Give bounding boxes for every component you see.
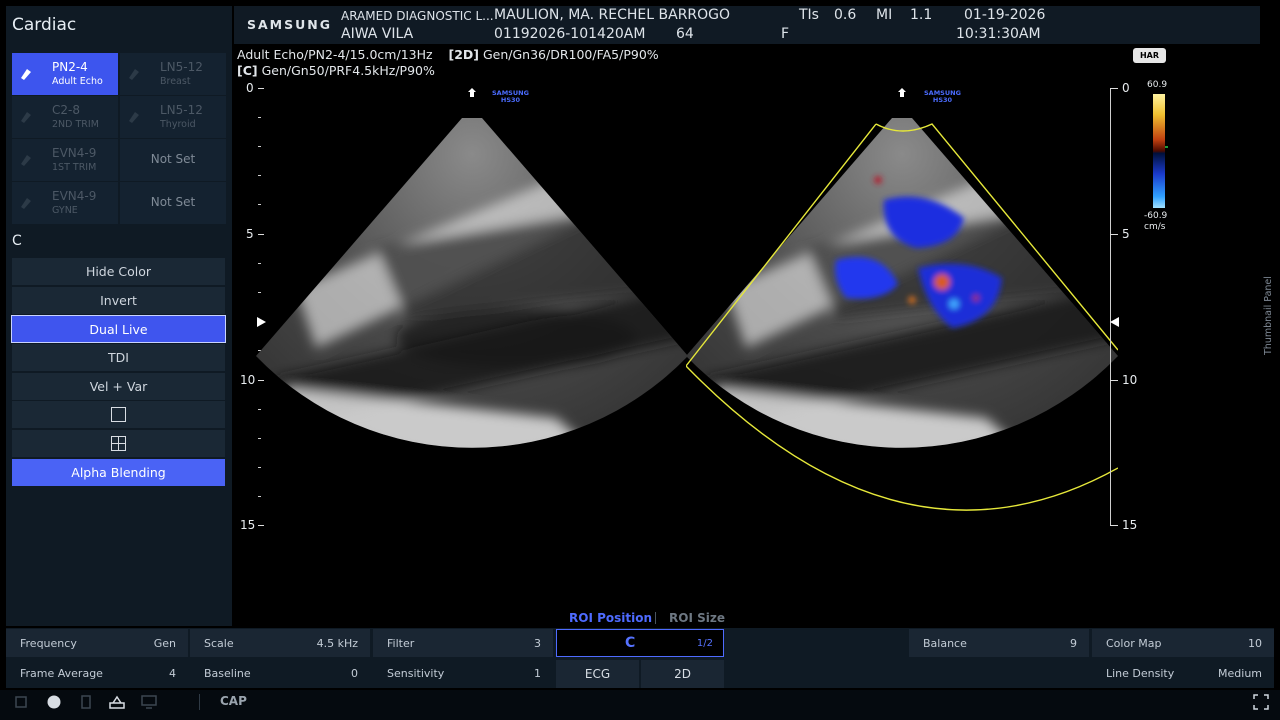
depth-label-5: 5	[246, 227, 254, 241]
device-label-right: SAMSUNG HS30	[924, 89, 961, 104]
depth-label-0-right: 0	[1122, 81, 1130, 95]
hide-color-button[interactable]: Hide Color	[12, 258, 225, 285]
color-map-control[interactable]: Color Map 10	[1092, 629, 1274, 657]
depth-label-5-right: 5	[1122, 227, 1130, 241]
depth-label-10-right: 10	[1122, 373, 1138, 387]
depth-label-15: 15	[240, 518, 256, 532]
vel-var-button[interactable]: Vel + Var	[12, 373, 225, 400]
color-bar-min: -60.9	[1144, 211, 1168, 221]
capture-icon[interactable]	[46, 694, 62, 710]
probe-c2-8[interactable]: C2-8 2ND TRIM	[12, 96, 118, 138]
frequency-control[interactable]: Frequency Gen	[6, 629, 188, 657]
probe-icon	[21, 155, 31, 166]
depth-label-10: 10	[240, 373, 256, 387]
probe-preset: 2ND TRIM	[52, 119, 99, 130]
probe-pn2-4[interactable]: PN2-4 Adult Echo	[12, 53, 118, 95]
color-bar-max: 60.9	[1147, 80, 1168, 90]
mi-value: 1.1	[910, 7, 933, 23]
filter-control[interactable]: Filter 3	[373, 629, 553, 657]
tdi-button[interactable]: TDI	[12, 344, 225, 371]
probe-icon	[129, 69, 139, 80]
probe-icon	[21, 112, 31, 123]
grid-icon	[111, 436, 126, 451]
fullscreen-icon[interactable]	[1253, 694, 1269, 710]
tis-value: 0.6	[834, 7, 857, 23]
probe-name: EVN4-9	[52, 146, 97, 160]
app-title: Cardiac	[12, 15, 77, 35]
patient-sex: F	[781, 26, 790, 42]
balance-control[interactable]: Balance 9	[909, 629, 1089, 657]
scale-control[interactable]: Scale 4.5 kHz	[190, 629, 370, 657]
probe-preset: Adult Echo	[52, 76, 103, 87]
quad-layout-button[interactable]	[12, 430, 225, 457]
invert-button[interactable]: Invert	[12, 287, 225, 314]
probe-evn4-9-1st-trim[interactable]: EVN4-9 1ST TRIM	[12, 139, 118, 181]
record-icon[interactable]	[14, 694, 30, 710]
dual-live-button[interactable]: Dual Live	[11, 315, 226, 343]
study-id: 01192026-101420AM	[494, 26, 646, 42]
line-density-control[interactable]: Line Density Medium	[1092, 659, 1274, 687]
brand-logo: SAMSUNG	[247, 17, 332, 32]
probe-ln5-12-breast[interactable]: LN5-12 Breast	[120, 53, 226, 95]
tis-label: TIs	[799, 7, 819, 23]
2d-button[interactable]: 2D	[641, 660, 724, 688]
color-bar	[1153, 94, 1165, 208]
bottom-bar	[0, 690, 1280, 720]
probe-name: LN5-12	[160, 103, 203, 117]
probe-ln5-12-thyroid[interactable]: LN5-12 Thyroid	[120, 96, 226, 138]
image-info-line2: [C] Gen/Gn50/PRF4.5kHz/P90%	[237, 63, 435, 78]
probe-icon	[21, 198, 31, 209]
probe-not-set-1[interactable]: Not Set	[120, 139, 226, 181]
institution: ARAMED DIAGNOSTIC L...	[341, 9, 494, 23]
probe-not-set-label: Not Set	[150, 152, 196, 166]
probe-preset: GYNE	[52, 205, 78, 216]
probe-name: PN2-4	[52, 60, 88, 74]
mode-indicator-label: C	[625, 635, 636, 651]
exam-time: 10:31:30AM	[956, 26, 1041, 42]
probe-evn4-9-gyne[interactable]: EVN4-9 GYNE	[12, 182, 118, 224]
cap-label: CAP	[220, 694, 247, 708]
square-icon	[111, 407, 126, 422]
ecg-button[interactable]: ECG	[556, 660, 639, 688]
frame-average-control[interactable]: Frame Average 4	[6, 659, 188, 687]
device-label-left: SAMSUNG HS30	[492, 89, 529, 104]
operator: AIWA VILA	[341, 26, 414, 42]
depth-label-0: 0	[246, 81, 254, 95]
monitor-icon[interactable]	[140, 694, 158, 710]
mode-page-number: 1/2	[696, 638, 713, 649]
probe-name: EVN4-9	[52, 189, 97, 203]
mi-label: MI	[876, 7, 893, 23]
focus-marker-right[interactable]	[1110, 316, 1120, 328]
baseline-control[interactable]: Baseline 0	[190, 659, 370, 687]
probe-preset: 1ST TRIM	[52, 162, 97, 173]
probe-icon	[129, 112, 139, 123]
har-badge: HAR	[1133, 48, 1166, 63]
patient-age: 64	[676, 26, 694, 42]
sensitivity-control[interactable]: Sensitivity 1	[373, 659, 553, 687]
alpha-blending-button[interactable]: Alpha Blending	[12, 459, 225, 486]
storage-icon[interactable]	[78, 694, 94, 710]
printer-icon[interactable]	[108, 694, 126, 710]
probe-preset: Breast	[160, 76, 191, 87]
roi-position-tab[interactable]: ROI Position	[569, 611, 652, 625]
mode-label: C	[12, 233, 22, 249]
probe-not-set-label: Not Set	[150, 195, 196, 209]
single-layout-button[interactable]	[12, 401, 225, 428]
image-info-line1: Adult Echo/PN2-4/15.0cm/13Hz [2D] Gen/Gn…	[237, 47, 659, 62]
probe-icon	[21, 69, 31, 80]
ultrasound-image-2d	[256, 88, 688, 448]
probe-not-set-2[interactable]: Not Set	[120, 182, 226, 224]
exam-date: 01-19-2026	[964, 7, 1046, 23]
color-bar-unit: cm/s	[1144, 222, 1166, 232]
probe-name: LN5-12	[160, 60, 203, 74]
patient-name: MAULION, MA. RECHEL BARROGO	[494, 7, 731, 23]
probe-preset: Thyroid	[160, 119, 196, 130]
probe-name: C2-8	[52, 103, 80, 117]
ultrasound-image-color	[686, 88, 1118, 511]
mode-page-indicator[interactable]: C 1/2	[556, 629, 724, 657]
depth-label-15-right: 15	[1122, 518, 1138, 532]
roi-size-tab[interactable]: ROI Size	[669, 611, 725, 625]
thumbnail-panel-label: Thumbnail Panel	[1263, 276, 1274, 355]
